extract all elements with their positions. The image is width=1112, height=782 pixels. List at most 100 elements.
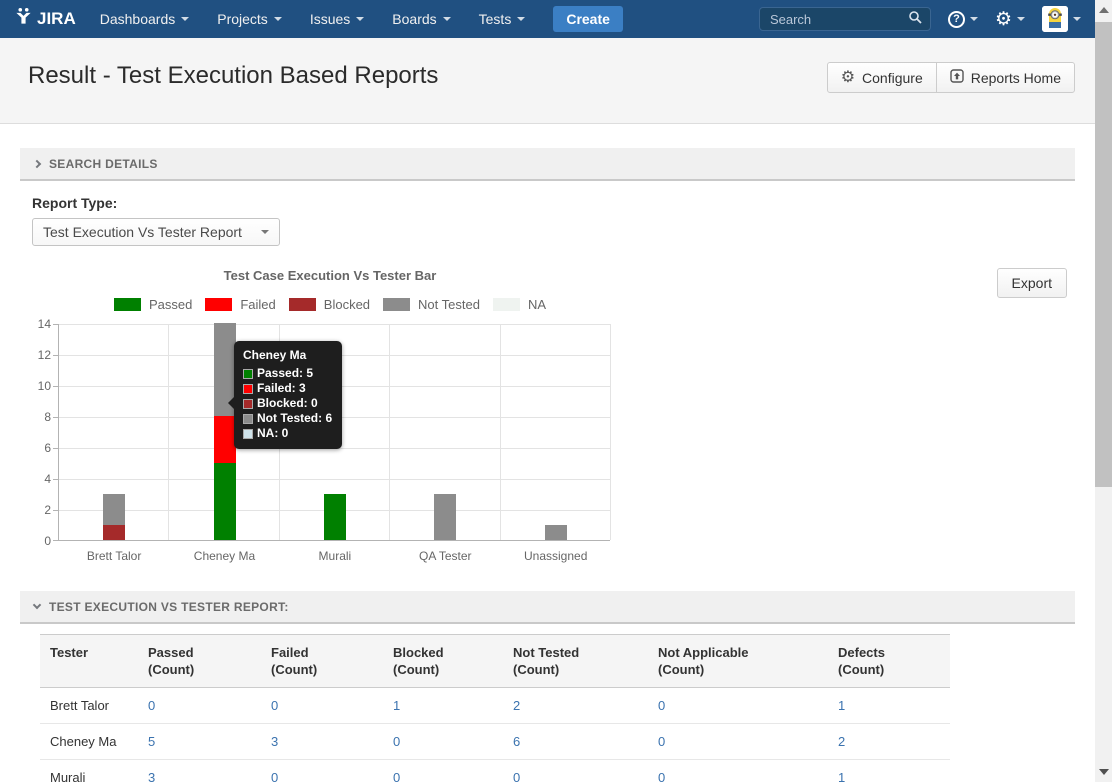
y-tick-label: 4	[13, 472, 51, 486]
nav-item-tests[interactable]: Tests	[479, 11, 526, 27]
count-link[interactable]: 1	[828, 688, 950, 724]
create-button[interactable]: Create	[553, 6, 623, 32]
gear-icon: ⚙	[995, 10, 1012, 29]
bar-segment-not-tested-brett-talor[interactable]	[103, 494, 125, 525]
help-menu[interactable]: ?	[948, 11, 978, 28]
y-tick-label: 10	[13, 379, 51, 393]
export-button[interactable]: Export	[997, 268, 1067, 298]
search-icon[interactable]	[908, 10, 922, 29]
report-type-group: Report Type: Test Execution Vs Tester Re…	[32, 195, 1075, 246]
jira-logo-icon	[14, 7, 33, 31]
gear-icon: ⚙	[841, 71, 855, 85]
table-header-line1: Blocked	[393, 644, 493, 661]
count-link[interactable]: 1	[383, 688, 503, 724]
count-link[interactable]: 0	[503, 760, 648, 782]
jira-logo[interactable]: JIRA	[14, 7, 76, 31]
count-link[interactable]: 2	[828, 724, 950, 760]
count-link[interactable]: 0	[261, 760, 383, 782]
header-button-group: ⚙ Configure Reports Home	[827, 62, 1075, 93]
gridline	[168, 324, 169, 540]
search-details-toggle[interactable]: SEARCH DETAILS	[20, 148, 1075, 181]
y-tick-mark	[53, 386, 59, 387]
legend-item-not-tested[interactable]: Not Tested	[383, 297, 480, 312]
report-type-select[interactable]: Test Execution Vs Tester Report	[32, 218, 280, 246]
report-section-toggle[interactable]: TEST EXECUTION VS TESTER REPORT:	[20, 591, 1075, 624]
count-link[interactable]: 0	[383, 760, 503, 782]
y-tick-mark	[53, 448, 59, 449]
table-header-line1: Failed	[271, 644, 373, 661]
legend-item-blocked[interactable]: Blocked	[289, 297, 370, 312]
chart-title: Test Case Execution Vs Tester Bar	[20, 268, 640, 283]
table-header-line2: (Count)	[513, 661, 638, 678]
bar-segment-not-tested-unassigned[interactable]	[545, 525, 567, 541]
bar-segment-passed-murali[interactable]	[324, 494, 346, 541]
nav-item-dashboards[interactable]: Dashboards	[100, 11, 190, 27]
tooltip-swatch-icon	[243, 399, 253, 409]
page: JIRA Dashboards Projects Issues Boards Tests…	[0, 0, 1095, 782]
scroll-up-button[interactable]	[1099, 7, 1109, 13]
help-icon: ?	[948, 11, 965, 28]
table-header-not-applicable: Not Applicable(Count)	[648, 635, 828, 688]
nav-item-label: Dashboards	[100, 11, 176, 27]
nav-item-issues[interactable]: Issues	[310, 11, 364, 27]
user-menu[interactable]	[1042, 6, 1081, 32]
table-header-passed: Passed(Count)	[138, 635, 261, 688]
chevron-down-icon	[261, 230, 269, 234]
y-tick-label: 14	[13, 317, 51, 331]
bar-segment-passed-cheney-ma[interactable]	[214, 463, 236, 541]
y-tick-mark	[53, 540, 59, 541]
gridline	[59, 324, 610, 325]
count-link[interactable]: 3	[138, 760, 261, 782]
search-input[interactable]	[768, 11, 908, 28]
reports-home-button[interactable]: Reports Home	[936, 62, 1075, 93]
bar-segment-not-tested-qa-tester[interactable]	[434, 494, 456, 541]
vertical-scrollbar[interactable]	[1095, 0, 1112, 782]
nav-right-cluster: ? ⚙	[759, 6, 1081, 32]
table-header-not-tested: Not Tested(Count)	[503, 635, 648, 688]
legend-label: Not Tested	[418, 297, 480, 312]
count-link[interactable]: 0	[648, 688, 828, 724]
chevron-down-icon	[1073, 17, 1081, 21]
legend-item-failed[interactable]: Failed	[205, 297, 275, 312]
y-tick-mark	[53, 417, 59, 418]
chevron-down-icon	[274, 17, 282, 21]
chevron-down-icon	[517, 17, 525, 21]
bar-segment-failed-cheney-ma[interactable]	[214, 416, 236, 463]
scrollbar-thumb[interactable]	[1095, 22, 1112, 487]
nav-item-projects[interactable]: Projects	[217, 11, 282, 27]
count-link[interactable]: 1	[828, 760, 950, 782]
table-header-line1: Not Tested	[513, 644, 638, 661]
tooltip-row-label: Not Tested: 6	[257, 411, 332, 426]
table-row: Brett Talor001201	[40, 688, 950, 724]
y-tick-label: 6	[13, 441, 51, 455]
bar-segment-blocked-brett-talor[interactable]	[103, 525, 125, 541]
x-axis-label: Cheney Ma	[169, 549, 279, 563]
quick-search[interactable]	[759, 7, 931, 31]
configure-button[interactable]: ⚙ Configure	[827, 62, 937, 93]
table-row: Murali300001	[40, 760, 950, 782]
settings-menu[interactable]: ⚙	[995, 10, 1025, 29]
chevron-down-icon	[33, 601, 41, 609]
jira-logo-text: JIRA	[37, 9, 76, 29]
count-link[interactable]: 2	[503, 688, 648, 724]
y-tick-label: 2	[13, 503, 51, 517]
count-link[interactable]: 0	[138, 688, 261, 724]
legend-item-na[interactable]: NA	[493, 297, 546, 312]
nav-menu: Dashboards Projects Issues Boards Tests	[100, 11, 526, 27]
count-link[interactable]: 0	[648, 724, 828, 760]
nav-item-boards[interactable]: Boards	[392, 11, 450, 27]
table-row: Cheney Ma530602	[40, 724, 950, 760]
gridline	[389, 324, 390, 540]
count-link[interactable]: 0	[648, 760, 828, 782]
legend-item-passed[interactable]: Passed	[114, 297, 192, 312]
scroll-down-button[interactable]	[1099, 769, 1109, 775]
count-link[interactable]: 3	[261, 724, 383, 760]
count-link[interactable]: 0	[261, 688, 383, 724]
chart-section: Test Case Execution Vs Tester Bar Export…	[20, 268, 1075, 541]
legend-swatch-icon	[205, 298, 232, 311]
count-link[interactable]: 6	[503, 724, 648, 760]
count-link[interactable]: 5	[138, 724, 261, 760]
report-type-selected-value: Test Execution Vs Tester Report	[43, 224, 242, 240]
table-header-line2: (Count)	[658, 661, 818, 678]
count-link[interactable]: 0	[383, 724, 503, 760]
